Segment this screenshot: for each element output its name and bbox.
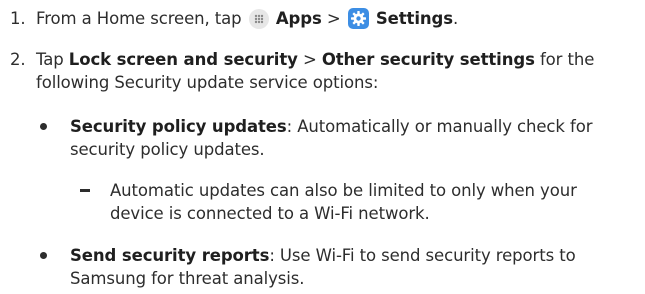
step-number: 1. (10, 9, 26, 28)
sub-list-item: Automatic updates can also be limited to… (0, 179, 645, 227)
bullet-icon (40, 123, 47, 130)
sub-item-text-line2: device is connected to a Wi-Fi network. (110, 204, 430, 223)
bullet-title: Security policy updates (70, 117, 287, 136)
apps-grid-icon (248, 9, 269, 29)
bullet-text: : Automatically or manually check for (286, 117, 593, 136)
bullet-icon (40, 252, 47, 259)
step-1: 1. From a Home screen, tap Apps > Settin… (0, 7, 645, 33)
step-text: Tap Lock screen and security > Other sec… (36, 50, 595, 69)
breadcrumb-separator: > (326, 9, 341, 28)
sub-item-text: Automatic updates can also be limited to… (110, 181, 577, 200)
lock-screen-security-label: Lock screen and security (68, 50, 298, 69)
bullet-text: : Use Wi-Fi to send security reports to (269, 246, 576, 265)
list-item: Send security reports: Use Wi-Fi to send… (0, 244, 645, 292)
step-2: 2. Tap Lock screen and security > Other … (0, 48, 645, 98)
bullet-text-line2: Samsung for threat analysis. (70, 269, 305, 288)
apps-label: Apps (275, 9, 322, 28)
settings-label: Settings (375, 9, 453, 28)
settings-gear-icon (347, 8, 369, 29)
step-text: From a Home screen, tap Apps > Settings. (36, 8, 459, 29)
list-item: Security policy updates: Automatically o… (0, 115, 645, 163)
bullet-title: Send security reports (70, 246, 270, 265)
bullet-text-line2: security policy updates. (70, 140, 265, 159)
step-text-line2: following Security update service option… (36, 73, 379, 92)
dash-icon (80, 189, 90, 192)
step-number: 2. (10, 50, 26, 69)
other-security-settings-label: Other security settings (321, 50, 535, 69)
